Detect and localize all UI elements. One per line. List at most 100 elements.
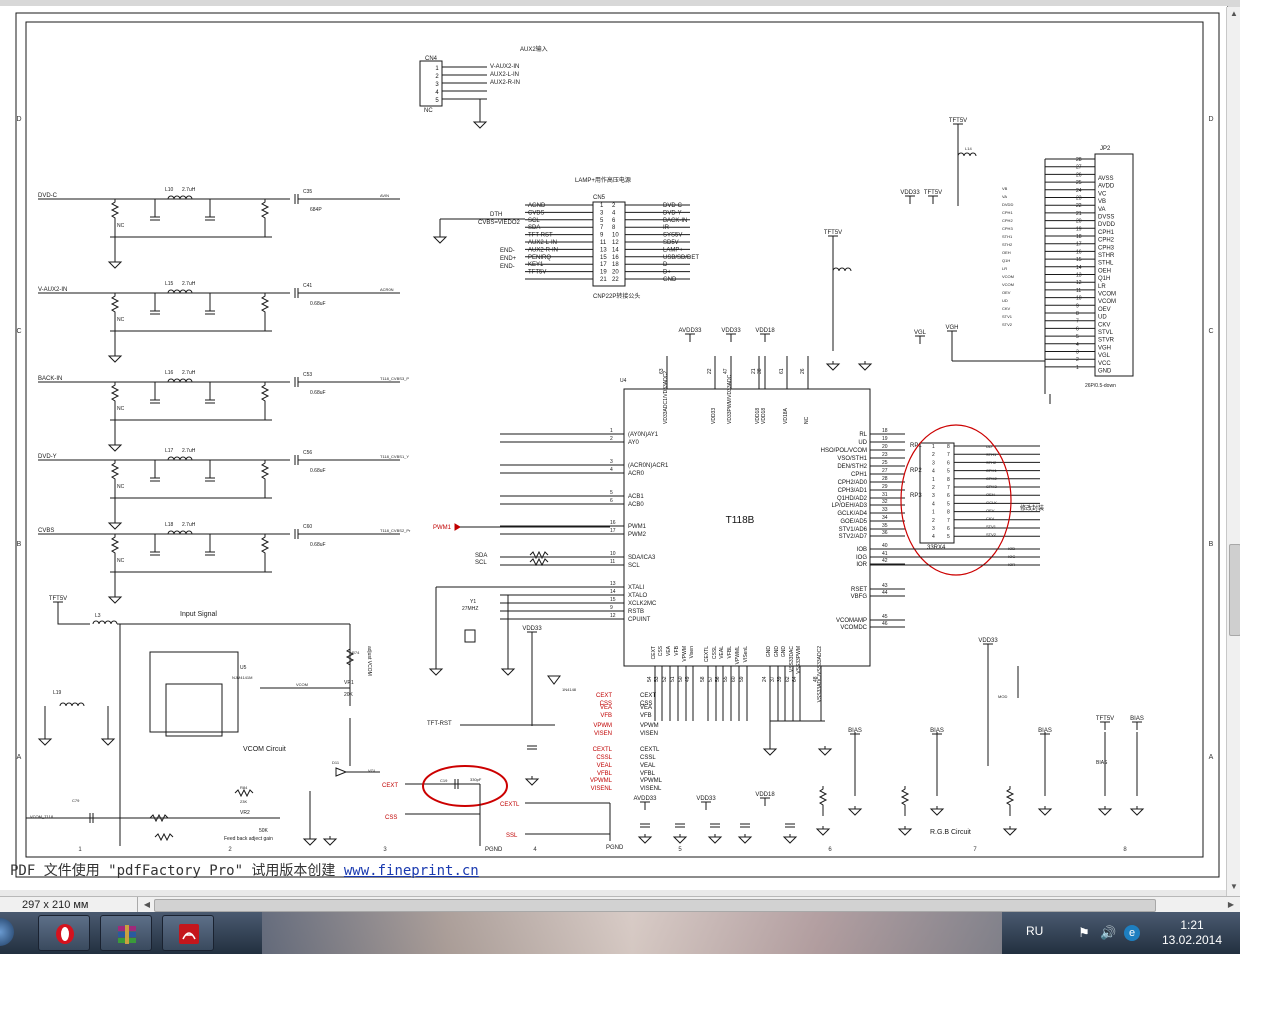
cn4-connector — [419, 60, 443, 107]
rp-pin: 3 — [932, 526, 935, 532]
c28-value: 330pF — [470, 777, 482, 782]
filter-input-CVBS: CVBS — [38, 528, 54, 534]
end-label: END- — [500, 248, 515, 254]
winrar-taskbar-button[interactable] — [100, 915, 152, 951]
tft-rst-label: TFT-RST — [427, 721, 452, 727]
cn5-pin: 7 — [600, 225, 604, 231]
watermark-link[interactable]: www.fineprint.cn — [344, 863, 479, 879]
vertical-scrollbar[interactable]: ▲ ▼ — [1226, 7, 1240, 896]
chip-right-pin-label: RSET — [851, 587, 867, 593]
cn5-pin: 15 — [600, 255, 607, 261]
filter-input-DVD-Y: DVD-Y — [38, 454, 57, 460]
vcom-circuit-title: VCOM Circuit — [243, 746, 286, 753]
ie-tray-icon[interactable]: e — [1124, 925, 1140, 941]
cap-value: 0.68uF — [310, 542, 326, 548]
jp2-pin-label: CPH3 — [1098, 245, 1115, 251]
jp2-pin-label: STVR — [1098, 338, 1115, 344]
side-net-CEXT: CEXT — [596, 693, 612, 699]
input-signal-title: Input Signal — [180, 611, 217, 618]
bottom-ground — [707, 836, 723, 844]
rp-net-label: CPH3 — [986, 484, 997, 489]
vdd33-bottom-supply: VDD33 — [696, 796, 716, 802]
pwm1-arrow — [454, 523, 461, 531]
rp-net-label: OEV — [986, 508, 995, 513]
cn5-right-label: BACK-IN — [663, 218, 687, 224]
chip-left-pin-label: ACB1 — [628, 494, 644, 500]
nc-label: NC — [117, 223, 125, 229]
chip-top-pin-label: VDD33 — [711, 408, 717, 424]
volume-icon[interactable]: 🔊 — [1100, 925, 1116, 941]
filter-res — [110, 460, 120, 500]
cn5-pin: 1 — [600, 203, 604, 209]
side-net-VPWM: VPWM — [593, 723, 612, 729]
side-net-inner-VFB: VFB — [640, 713, 652, 719]
nc-label: NC — [117, 558, 125, 564]
jp2-pin-number: 16 — [1076, 249, 1082, 255]
sheet-border-outer — [15, 12, 1220, 878]
chip-bottom-pin-number: 57 — [708, 676, 714, 682]
filter-input-V-AUX2-IN: V-AUX2-IN — [38, 287, 67, 293]
inductor-ref: L15 — [165, 281, 174, 287]
jp2-pin-label: STHL — [1098, 261, 1114, 267]
side-net-CEXTL: CEXTL — [593, 747, 613, 753]
jp2-pin-number: 5 — [1076, 334, 1079, 340]
jp2-pin-number: 21 — [1076, 211, 1082, 217]
jp2-pin-number: 15 — [1076, 257, 1082, 263]
vr2-ref: VR2 — [240, 810, 250, 816]
rp-pin: 1 — [932, 477, 935, 483]
chip-bottom-pin-number: 48 — [813, 676, 819, 682]
side-net-VFBL: VFBL — [597, 771, 613, 777]
rp-pin: 3 — [932, 460, 935, 466]
rp-note: 修改封装 — [1020, 504, 1044, 512]
chip-right-pin-label: RL — [859, 432, 867, 438]
pdf-reader-taskbar-button[interactable] — [162, 915, 214, 951]
rp-ref: RP2 — [910, 468, 922, 474]
jp2-pin-label: STVL — [1098, 330, 1114, 336]
chip-bottom-pin-label: CSSL — [712, 646, 718, 659]
language-indicator[interactable]: RU — [1026, 924, 1043, 938]
filter-output-net: T118_CVBS3_P — [380, 376, 409, 381]
inductor-value: 2.7uH — [182, 370, 196, 376]
scroll-right-arrow-icon[interactable]: ▶ — [1224, 898, 1238, 912]
border-row-C: C — [16, 328, 21, 335]
cn5-pin: 21 — [600, 277, 607, 283]
aux2-net-label: AUX2-L-IN — [490, 72, 519, 78]
chip-right-pin-number: 42 — [882, 558, 888, 564]
inductor-ref: L10 — [165, 187, 174, 193]
chip-top-pin-label: VD18A — [783, 407, 789, 424]
chip-right-pin-number: 27 — [882, 468, 888, 474]
clock[interactable]: 1:21 13.02.2014 — [1152, 918, 1232, 948]
scroll-up-arrow-icon[interactable]: ▲ — [1227, 7, 1240, 21]
network-flag-icon[interactable]: ⚑ — [1076, 925, 1092, 941]
end-label: END+ — [500, 256, 517, 262]
vgh-supply: VGH — [945, 325, 958, 331]
rp-pin: 2 — [932, 452, 935, 458]
rp-pin: 5 — [947, 469, 950, 475]
cn5-pin: 13 — [600, 247, 607, 253]
scroll-left-arrow-icon[interactable]: ◀ — [140, 898, 154, 912]
jp2-net-label: OEH — [1002, 250, 1011, 255]
aux2-title: AUX2输入 — [520, 45, 548, 53]
start-button-icon[interactable] — [0, 918, 14, 946]
rp-net-label: STV2 — [986, 532, 997, 537]
cap-ref: C41 — [303, 283, 312, 289]
chip-right-pin-label: GCLK/AD4 — [837, 511, 867, 517]
side-net-inner-CEXT: CEXT — [640, 693, 656, 699]
chip-bottom-pin-label: VFB — [674, 645, 680, 655]
chip-left-pin-number: 9 — [610, 605, 613, 611]
side-net-inner-VISENL: VISENL — [640, 786, 662, 792]
scroll-down-arrow-icon[interactable]: ▼ — [1227, 880, 1240, 894]
cn5-pin: 8 — [612, 225, 616, 231]
xtal-ground — [428, 668, 444, 676]
cn5-pin: 4 — [612, 210, 616, 216]
jp2-pin-number: 6 — [1076, 326, 1079, 332]
vertical-scroll-thumb[interactable] — [1229, 544, 1240, 636]
chip-top-pin-label: VDD18 — [761, 408, 767, 424]
horizontal-scroll-thumb[interactable] — [154, 899, 1156, 912]
jp2-pin-number: 8 — [1076, 311, 1079, 317]
border-col-2: 2 — [228, 847, 232, 853]
jp2-pin-number: 25 — [1076, 180, 1082, 186]
cn4-pin-4: 4 — [435, 90, 439, 96]
opera-taskbar-button[interactable] — [38, 915, 90, 951]
horizontal-scrollbar[interactable]: 297 x 210 мм ◀ ▶ — [0, 896, 1240, 912]
